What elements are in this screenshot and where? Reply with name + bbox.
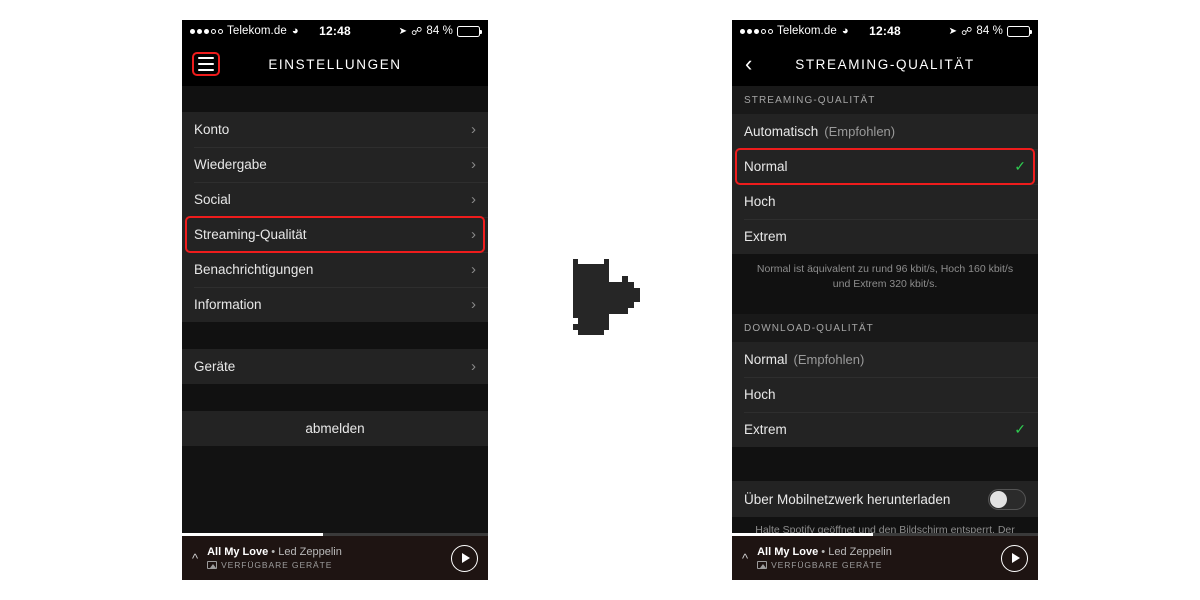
sidebar-item-streaming-qualitaet[interactable]: Streaming-Qualität ›: [182, 217, 488, 252]
now-playing-text: All My Love • Led Zeppelin VERFÜGBARE GE…: [207, 546, 342, 570]
cellular-download-row[interactable]: Über Mobilnetzwerk herunterladen: [732, 481, 1038, 518]
status-bar: Telekom.de ◕ 12:48 ➤ ☍ 84 %: [732, 20, 1038, 42]
battery-percent-label: 84 %: [976, 25, 1003, 37]
track-separator: •: [821, 546, 826, 558]
navigation-bar: ‹ STREAMING-QUALITÄT: [732, 42, 1038, 86]
option-hoch-streaming[interactable]: Hoch: [732, 184, 1038, 219]
option-extrem-streaming[interactable]: Extrem: [732, 219, 1038, 254]
chevron-right-icon: ›: [471, 358, 476, 375]
section-header-download: DOWNLOAD-QUALITÄT: [732, 314, 1038, 343]
status-bar-right: ➤ ☍ 84 %: [948, 25, 1032, 38]
row-label: Information: [194, 297, 262, 312]
sidebar-item-konto[interactable]: Konto ›: [182, 112, 488, 147]
available-devices-label: VERFÜGBARE GERÄTE: [221, 560, 333, 570]
status-bar-right: ➤ ☍ 84 %: [398, 25, 482, 38]
option-normal-download[interactable]: Normal (Empfohlen): [732, 342, 1038, 378]
row-note: (Empfohlen): [824, 124, 896, 139]
page-title: EINSTELLUNGEN: [268, 56, 402, 72]
sidebar-item-information[interactable]: Information ›: [182, 287, 488, 322]
track-title: All My Love: [207, 546, 269, 558]
row-label: Normal: [744, 159, 788, 174]
checkmark-icon: ✓: [1014, 158, 1026, 174]
chevron-right-icon: ›: [471, 296, 476, 313]
phone-screen-settings: Telekom.de ◕ 12:48 ➤ ☍ 84 % EINSTELLUNGE…: [182, 20, 488, 580]
track-separator: •: [271, 546, 276, 558]
hamburger-menu-icon[interactable]: [192, 52, 220, 76]
row-label: Extrem: [744, 229, 787, 244]
option-hoch-download[interactable]: Hoch: [732, 377, 1038, 413]
phone-screen-streaming-quality: Telekom.de ◕ 12:48 ➤ ☍ 84 % ‹ STREAMING-…: [732, 20, 1038, 580]
available-devices-icon: [757, 561, 768, 569]
location-arrow-icon: ➤: [398, 25, 408, 37]
streaming-quality-options: Automatisch (Empfohlen) Normal ✓ Hoch Ex…: [732, 114, 1038, 254]
row-label: Wiedergabe: [194, 157, 267, 172]
playback-progress-bar: [732, 533, 1038, 536]
sidebar-item-social[interactable]: Social ›: [182, 182, 488, 217]
row-label: Social: [194, 192, 231, 207]
list-spacer-top: [182, 86, 488, 112]
now-playing-bar[interactable]: ^ All My Love • Led Zeppelin VERFÜGBARE …: [732, 533, 1038, 580]
page-title: STREAMING-QUALITÄT: [795, 56, 975, 72]
available-devices-icon: [207, 561, 218, 569]
row-label: Über Mobilnetzwerk herunterladen: [744, 491, 951, 507]
sidebar-item-geraete[interactable]: Geräte ›: [182, 349, 488, 384]
chevron-up-icon[interactable]: ^: [192, 551, 198, 566]
available-devices-label: VERFÜGBARE GERÄTE: [771, 560, 883, 570]
option-normal-streaming[interactable]: Normal ✓: [732, 149, 1038, 184]
track-title: All My Love: [757, 546, 819, 558]
option-extrem-download[interactable]: Extrem ✓: [732, 412, 1038, 448]
chevron-right-icon: ›: [471, 191, 476, 208]
artist-name: Led Zeppelin: [828, 546, 892, 558]
row-label: Hoch: [744, 387, 776, 403]
play-button-icon[interactable]: [451, 544, 478, 572]
section-spacer-2: [732, 447, 1038, 482]
option-automatisch[interactable]: Automatisch (Empfohlen): [732, 114, 1038, 149]
row-label: Hoch: [744, 194, 776, 209]
row-label: Extrem: [744, 422, 787, 438]
chevron-right-icon: ›: [471, 156, 476, 173]
now-playing-bar[interactable]: ^ All My Love • Led Zeppelin VERFÜGBARE …: [182, 533, 488, 580]
logout-button[interactable]: abmelden: [182, 411, 488, 446]
chevron-right-icon: ›: [471, 226, 476, 243]
checkmark-icon: ✓: [1014, 421, 1026, 438]
download-quality-options: Normal (Empfohlen) Hoch Extrem ✓: [732, 342, 1038, 448]
chevron-right-icon: ›: [471, 121, 476, 138]
streaming-footer-note: Normal ist äquivalent zu rund 96 kbit/s,…: [732, 254, 1038, 295]
row-label: Streaming-Qualität: [194, 227, 307, 242]
chevron-up-icon[interactable]: ^: [742, 551, 748, 566]
chevron-right-icon: ›: [471, 261, 476, 278]
screenshot-canvas: Telekom.de ◕ 12:48 ➤ ☍ 84 % EINSTELLUNGE…: [0, 0, 1200, 600]
row-label: Automatisch: [744, 124, 819, 139]
section-spacer: [732, 294, 1038, 315]
battery-percent-label: 84 %: [426, 25, 453, 37]
playback-progress-bar: [182, 533, 488, 536]
play-button-icon[interactable]: [1001, 544, 1028, 572]
bluetooth-icon: ☍: [961, 25, 973, 38]
sidebar-item-wiedergabe[interactable]: Wiedergabe ›: [182, 147, 488, 182]
battery-icon: [457, 25, 482, 37]
sidebar-item-benachrichtigungen[interactable]: Benachrichtigungen ›: [182, 252, 488, 287]
navigation-bar: EINSTELLUNGEN: [182, 42, 488, 86]
row-label: Konto: [194, 122, 230, 137]
section-header-streaming: STREAMING-QUALITÄT: [732, 86, 1038, 114]
cellular-download-toggle[interactable]: [988, 488, 1026, 510]
row-note: (Empfohlen): [793, 352, 865, 368]
list-spacer-bottom: [182, 384, 488, 411]
chevron-left-icon[interactable]: ‹: [745, 53, 752, 75]
cursor-blob-shape: [573, 259, 640, 335]
list-spacer-mid: [182, 322, 488, 349]
row-label: Geräte: [194, 359, 236, 374]
row-label: Benachrichtigungen: [194, 262, 314, 277]
row-label: Normal: [744, 352, 788, 368]
artist-name: Led Zeppelin: [278, 546, 342, 558]
now-playing-text: All My Love • Led Zeppelin VERFÜGBARE GE…: [757, 546, 892, 570]
status-bar: Telekom.de ◕ 12:48 ➤ ☍ 84 %: [182, 20, 488, 42]
battery-icon: [1007, 25, 1032, 37]
logout-label: abmelden: [305, 421, 365, 436]
settings-list: Konto › Wiedergabe › Social › Streaming-…: [182, 112, 488, 322]
location-arrow-icon: ➤: [948, 25, 958, 37]
bluetooth-icon: ☍: [411, 25, 423, 38]
